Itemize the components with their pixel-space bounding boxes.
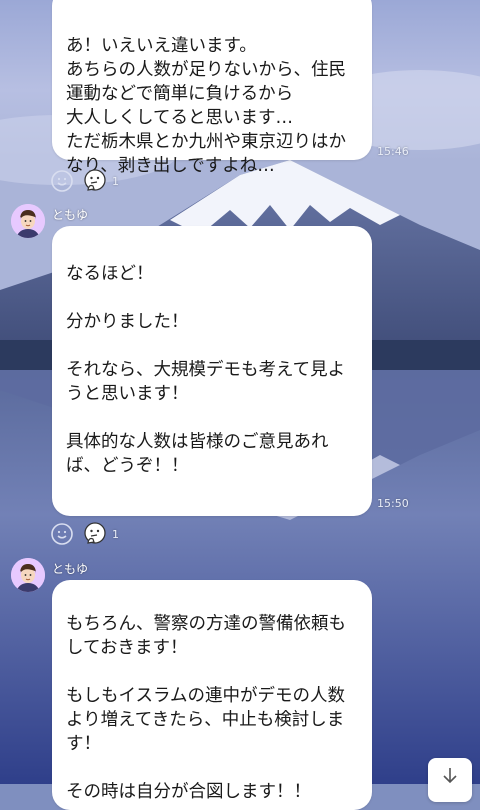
message-text: もちろん、警察の方達の警備依頼もしておきます！ もしもイスラムの連中がデモの人数… (66, 614, 346, 802)
thinking-face-icon[interactable] (82, 168, 108, 194)
message-timestamp: 15:46 (377, 145, 409, 158)
avatar[interactable] (11, 558, 45, 592)
smiley-add-icon[interactable] (50, 169, 74, 193)
sender-name: ともゆ (52, 208, 89, 222)
scroll-to-bottom-button[interactable] (428, 758, 472, 802)
smiley-add-icon[interactable] (50, 522, 74, 546)
message-bubble[interactable]: あ！いえいえ違います。 あちらの人数が足りないから、住民運動などで簡単に負けるか… (52, 0, 372, 176)
message-timestamp: 15:50 (377, 497, 409, 510)
reaction-count: 1 (112, 174, 119, 188)
message-bubble[interactable]: なるほど！ 分かりました！ それなら、大規模デモも考えて見ようと思います！ 具体… (52, 226, 372, 516)
message-bubble[interactable]: もちろん、警察の方達の警備依頼もしておきます！ もしもイスラムの連中がデモの人数… (52, 580, 372, 810)
sender-name: ともゆ (52, 562, 89, 576)
arrow-down-icon (443, 768, 457, 784)
avatar[interactable] (11, 204, 45, 238)
reaction-row: 1 (50, 520, 119, 548)
thinking-face-icon[interactable] (82, 521, 108, 547)
reaction-row: 1 (50, 167, 119, 195)
message-text: あ！いえいえ違います。 あちらの人数が足りないから、住民運動などで簡単に負けるか… (66, 36, 346, 176)
reaction-count: 1 (112, 527, 119, 541)
message-text: なるほど！ 分かりました！ それなら、大規模デモも考えて見ようと思います！ 具体… (66, 264, 346, 476)
